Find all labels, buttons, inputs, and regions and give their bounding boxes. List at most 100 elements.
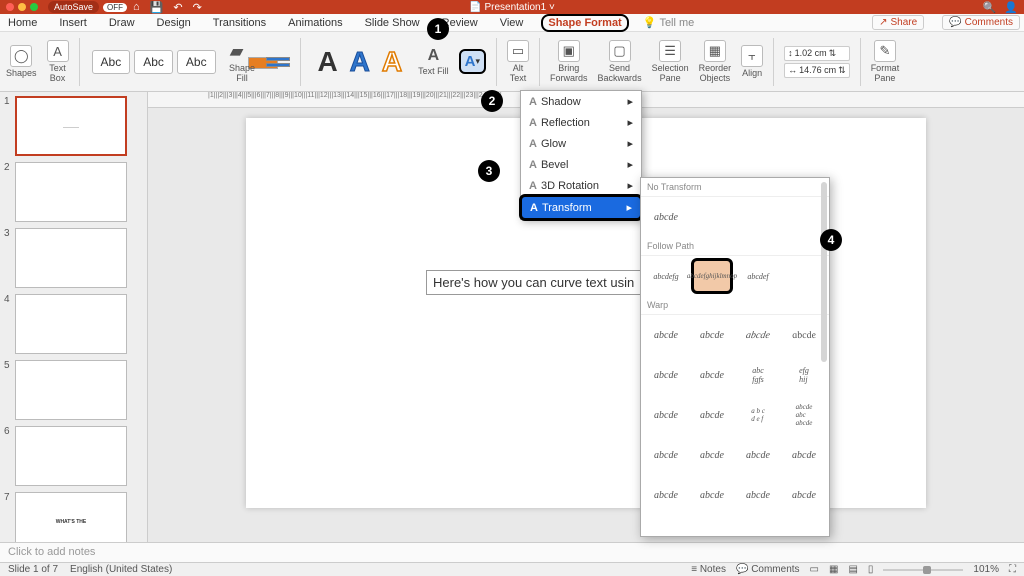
warp-cell[interactable]: abcde [783,437,825,473]
text-effects-menu: AShadow▸ AReflection▸ AGlow▸ ABevel▸ A3D… [520,90,642,220]
thumbnail-1[interactable]: 1———— [4,96,143,156]
zoom-slider[interactable] [883,569,963,571]
reorder-objects-group[interactable]: ▦ Reorder Objects [699,40,732,83]
account-icon[interactable]: 👤 [1004,1,1018,14]
section-no-transform: No Transform [641,178,829,197]
view-normal-icon[interactable]: ▭ [810,564,819,575]
tab-design[interactable]: Design [153,15,195,31]
view-slideshow-icon[interactable]: ▯ [868,564,874,575]
shapes-group[interactable]: ◯ Shapes [6,45,37,78]
view-sorter-icon[interactable]: ▦ [829,564,838,575]
warp-cell[interactable]: abcdeabcabcde [783,397,825,433]
selection-pane-icon: ☰ [659,40,681,62]
warp-cell[interactable]: abcde [737,437,779,473]
selection-pane-group[interactable]: ☰ Selection Pane [652,40,689,83]
warp-cell[interactable]: abcfgfs [737,357,779,393]
tell-me[interactable]: 💡 Tell me [643,16,695,29]
comments-toggle[interactable]: 💬 Comments [736,564,800,575]
tab-transitions[interactable]: Transitions [209,15,270,31]
warp-cell[interactable]: abcde [737,477,779,513]
align-group[interactable]: ⫟ Align [741,45,763,78]
warp-cell[interactable]: abcde [645,357,687,393]
width-input[interactable]: ↔ 14.76 cm ⇅ [784,63,850,78]
shape-outline-color[interactable] [266,57,290,67]
warp-cell[interactable]: abcde [691,437,733,473]
search-icon[interactable]: 🔍 [983,1,997,14]
warp-cell[interactable]: abcde [691,397,733,433]
warp-cell[interactable]: abcde [645,477,687,513]
thumbnail-2[interactable]: 2 [4,162,143,222]
thumbnail-5[interactable]: 5 [4,360,143,420]
warp-cell[interactable]: abcde [691,317,733,353]
zoom-percent[interactable]: 101% [973,564,999,575]
height-input[interactable]: ↕ 1.02 cm ⇅ [784,46,850,61]
menu-transform[interactable]: ATransform▸ [519,194,643,221]
tab-draw[interactable]: Draw [105,15,139,31]
warp-cell[interactable]: abcde [645,437,687,473]
fit-to-window-icon[interactable]: ⛶ [1009,564,1016,575]
shapes-icon: ◯ [10,45,32,67]
thumbnail-6[interactable]: 6 [4,426,143,486]
menu-shadow[interactable]: AShadow▸ [521,91,641,112]
status-bar: Slide 1 of 7 English (United States) ≡ N… [0,562,1024,576]
textbox-group[interactable]: A Text Box [47,40,69,83]
follow-path-arch-down[interactable]: abcdef [737,258,779,294]
align-icon: ⫟ [741,45,763,67]
menu-reflection[interactable]: AReflection▸ [521,112,641,133]
autosave-toggle[interactable]: OFF [103,3,127,12]
bring-forward-group[interactable]: ▣ Bring Forwards [550,40,588,83]
language-label[interactable]: English (United States) [70,564,172,575]
ribbon-tabs: Home Insert Draw Design Transitions Anim… [0,14,1024,32]
warp-cell[interactable]: abcde [783,477,825,513]
send-backward-group[interactable]: ▢ Send Backwards [598,40,642,83]
no-transform-option[interactable]: abcde [645,199,687,235]
bucket-icon: ▰ [228,41,246,62]
tab-home[interactable]: Home [4,15,41,31]
tab-shape-format[interactable]: Shape Format [541,14,628,32]
home-icon[interactable]: ⌂ [133,1,140,14]
alt-text-group[interactable]: ▭ Alt Text [507,40,529,83]
shape-style-gallery[interactable]: Abc Abc Abc [90,50,218,74]
warp-cell[interactable]: abcde [780,317,828,353]
warp-cell[interactable]: abcde [645,317,687,353]
format-pane-icon: ✎ [874,40,896,62]
warp-cell[interactable]: efghij [783,357,825,393]
tab-view[interactable]: View [496,15,528,31]
format-pane-group[interactable]: ✎ Format Pane [871,40,900,83]
thumbnail-4[interactable]: 4 [4,294,143,354]
save-icon[interactable]: 💾 [150,1,164,14]
warp-cell[interactable]: abcde [645,397,687,433]
tab-slideshow[interactable]: Slide Show [361,15,424,31]
redo-icon[interactable]: ↷ [193,1,202,14]
thumbnail-7[interactable]: 7WHAT'S THE [4,492,143,542]
share-button[interactable]: ↗ Share [872,15,924,30]
shape-fill-group[interactable]: ▰ Shape Fill [228,41,257,83]
document-title[interactable]: 📄 Presentation1 ˅ [469,2,555,13]
follow-path-arch-up[interactable]: abcdefg [645,258,687,294]
tab-insert[interactable]: Insert [55,15,91,31]
warp-cell[interactable]: abcde [734,317,782,353]
comments-button[interactable]: 💬 Comments [942,15,1020,30]
warp-cell[interactable]: a b cd e f [737,397,779,433]
wordart-styles[interactable]: A A A [311,46,408,78]
thumbnail-3[interactable]: 3 [4,228,143,288]
text-effects-button[interactable]: A▾ [459,49,486,74]
notes-pane[interactable]: Click to add notes [0,542,1024,562]
follow-path-circle[interactable]: abcdefghijklmnop [691,258,733,294]
menu-bevel[interactable]: ABevel▸ [521,154,641,175]
view-reading-icon[interactable]: ▤ [848,564,857,575]
slide-thumbnails: 1———— 2 3 4 5 6 7WHAT'S THE [0,92,148,542]
menu-3d-rotation[interactable]: A3D Rotation▸ [521,175,641,196]
notes-toggle[interactable]: ≡ Notes [691,564,726,575]
tab-animations[interactable]: Animations [284,15,346,31]
window-controls[interactable] [6,3,38,11]
ribbon-toolbar: ◯ Shapes A Text Box Abc Abc Abc ▰ Shape … [0,32,1024,92]
send-backward-icon: ▢ [609,40,631,62]
text-fill-group[interactable]: A Text Fill [418,47,449,76]
slide-counter: Slide 1 of 7 [8,564,58,575]
section-follow-path: Follow Path [641,237,829,256]
menu-glow[interactable]: AGlow▸ [521,133,641,154]
warp-cell[interactable]: abcde [691,357,733,393]
warp-cell[interactable]: abcde [691,477,733,513]
undo-icon[interactable]: ↶ [173,1,182,14]
